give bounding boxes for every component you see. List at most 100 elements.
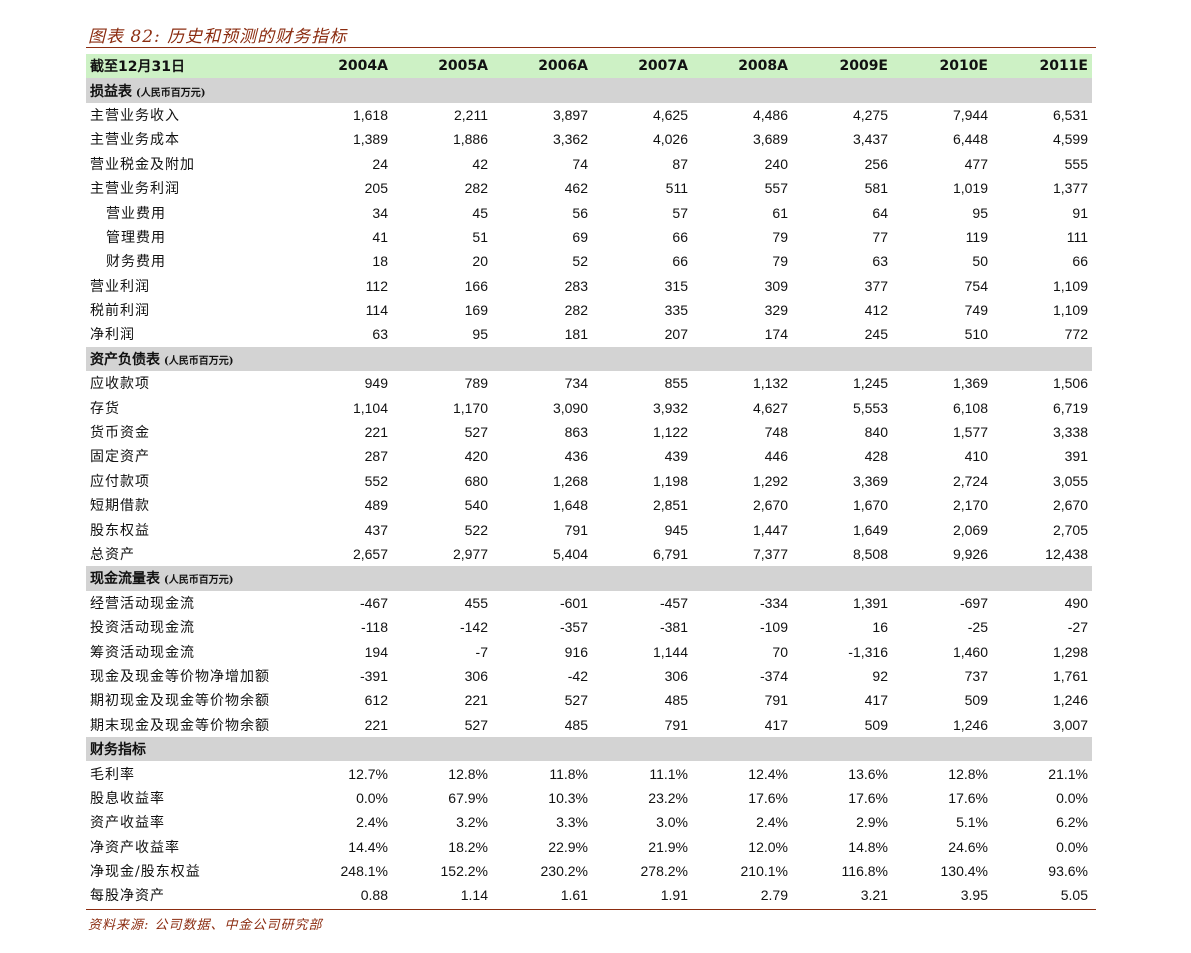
table-cell: 0.0% xyxy=(1056,789,1088,806)
row-label: 营业利润 xyxy=(90,278,150,295)
table-cell: 5,553 xyxy=(852,399,888,416)
row-label: 应收款项 xyxy=(90,376,150,393)
table-cell: 315 xyxy=(664,277,688,294)
table-cell: -374 xyxy=(759,667,788,684)
row-label: 净现金/股东权益 xyxy=(90,864,201,881)
table-cell: 207 xyxy=(664,326,688,343)
table-cell: 51 xyxy=(472,228,488,245)
table-cell: 789 xyxy=(464,375,488,392)
table-cell: -7 xyxy=(475,643,488,660)
table-cell: 1,618 xyxy=(352,106,388,123)
table-cell: 116.8% xyxy=(841,863,888,880)
table-cell: 4,599 xyxy=(1052,131,1088,148)
header-year: 2005A xyxy=(438,58,488,75)
table-cell: 1.14 xyxy=(460,887,488,904)
table-cell: 42 xyxy=(472,155,488,172)
row-label: 应付款项 xyxy=(90,473,150,490)
row-label: 税前利润 xyxy=(90,303,150,320)
table-cell: 2.79 xyxy=(760,887,788,904)
row-label: 股息收益率 xyxy=(90,790,165,807)
table-cell: 221 xyxy=(364,716,388,733)
table-cell: 69 xyxy=(572,228,588,245)
table-row: 期初现金及现金等价物余额 612 221 527 485 791 417 509 1,246 xyxy=(86,688,1092,712)
table-cell: 436 xyxy=(564,448,588,465)
table-cell: 79 xyxy=(772,228,788,245)
table-cell: 3,689 xyxy=(752,131,788,148)
table-cell: -697 xyxy=(959,594,988,611)
table-cell: 1,369 xyxy=(952,375,988,392)
table-row: 经营活动现金流 -467 455 -601 -457 -334 1,391 -697 490 xyxy=(86,591,1092,615)
table-cell: 3,007 xyxy=(1052,716,1088,733)
table-cell: 24.6% xyxy=(948,838,988,855)
table-cell: 1,391 xyxy=(852,594,888,611)
section-title: 资产负债表 xyxy=(90,351,160,368)
table-cell: 3.95 xyxy=(960,887,988,904)
table-cell: 11.8% xyxy=(549,765,588,782)
table-row: 净现金/股东权益 248.1% 152.2% 230.2% 278.2% 210.1% 11… xyxy=(86,859,1092,883)
row-label: 固定资产 xyxy=(90,449,150,466)
table-cell: 45 xyxy=(472,204,488,221)
table-cell: 3,437 xyxy=(852,131,888,148)
table-cell: 306 xyxy=(464,667,488,684)
table-cell: 1.91 xyxy=(660,887,688,904)
table-cell: 1,292 xyxy=(752,472,788,489)
table-cell: 1,109 xyxy=(1052,277,1088,294)
table-header: 截至12月31日 2004A 2005A 2006A 2007A 2008A 2… xyxy=(86,54,1092,79)
table-cell: 2,724 xyxy=(952,472,988,489)
table-cell: 77 xyxy=(872,228,888,245)
table-cell: 612 xyxy=(364,692,388,709)
table-cell: 1,132 xyxy=(752,375,788,392)
table-cell: 152.2% xyxy=(440,863,488,880)
table-cell: 34 xyxy=(372,204,388,221)
table-cell: -42 xyxy=(567,667,588,684)
table-cell: 22.9% xyxy=(548,838,588,855)
table-row: 筹资活动现金流 194 -7 916 1,144 70 -1,316 1,460 1,298 xyxy=(86,639,1092,663)
table-cell: 66 xyxy=(1072,253,1088,270)
table-cell: 18.2% xyxy=(448,838,488,855)
table-cell: 2,705 xyxy=(1052,521,1088,538)
table-cell: 20 xyxy=(472,253,488,270)
header-date-label: 截至12月31日 xyxy=(90,59,185,76)
table-cell: 540 xyxy=(464,497,488,514)
table-cell: 3.2% xyxy=(456,814,488,831)
table-cell: 485 xyxy=(664,692,688,709)
table-cell: 306 xyxy=(664,667,688,684)
table-cell: 455 xyxy=(464,594,488,611)
table-cell: 510 xyxy=(964,326,988,343)
table-cell: 791 xyxy=(764,692,788,709)
table-cell: 95 xyxy=(972,204,988,221)
table-cell: 14.4% xyxy=(348,838,388,855)
table-cell: 2,069 xyxy=(952,521,988,538)
table-row: 现金及现金等价物净增加额 -391 306 -42 306 -374 92 737 1,761 xyxy=(86,664,1092,688)
section-header-row: 现金流量表 (人民币百万元) xyxy=(86,566,1092,591)
table-cell: 3.3% xyxy=(556,814,588,831)
table-cell: 2,657 xyxy=(352,546,388,562)
table-cell: 1,144 xyxy=(652,643,688,660)
table-row: 每股净资产 0.88 1.14 1.61 1.91 2.79 3.21 3.95 5.05 xyxy=(86,883,1092,907)
table-cell: 5.1% xyxy=(956,814,988,831)
row-label: 净利润 xyxy=(90,327,135,344)
section-title: 现金流量表 xyxy=(90,571,160,588)
section-unit: (人民币百万元) xyxy=(164,575,234,587)
table-cell: 748 xyxy=(764,424,788,441)
bottom-divider xyxy=(86,909,1096,910)
table-cell: 111 xyxy=(1066,228,1088,245)
table-cell: 2,977 xyxy=(452,546,488,562)
table-cell: -391 xyxy=(359,667,388,684)
table-cell: 410 xyxy=(964,448,988,465)
table-row: 期末现金及现金等价物余额 221 527 485 791 417 509 1,246 3,007 xyxy=(86,713,1092,737)
table-cell: 79 xyxy=(772,253,788,270)
table-cell: 74 xyxy=(572,155,588,172)
table-cell: 1,109 xyxy=(1052,302,1088,319)
table-cell: 5,404 xyxy=(552,546,588,562)
row-label: 营业费用 xyxy=(106,205,166,222)
table-cell: -601 xyxy=(559,594,588,611)
table-cell: 680 xyxy=(464,472,488,489)
row-label: 资产收益率 xyxy=(90,815,165,832)
table-cell: 221 xyxy=(364,424,388,441)
table-row: 货币资金 221 527 863 1,122 748 840 1,577 3,338 xyxy=(86,420,1092,444)
table-cell: 0.0% xyxy=(356,789,388,806)
table-cell: 205 xyxy=(364,180,388,197)
header-year: 2007A xyxy=(638,58,688,75)
table-cell: 2.9% xyxy=(856,814,888,831)
